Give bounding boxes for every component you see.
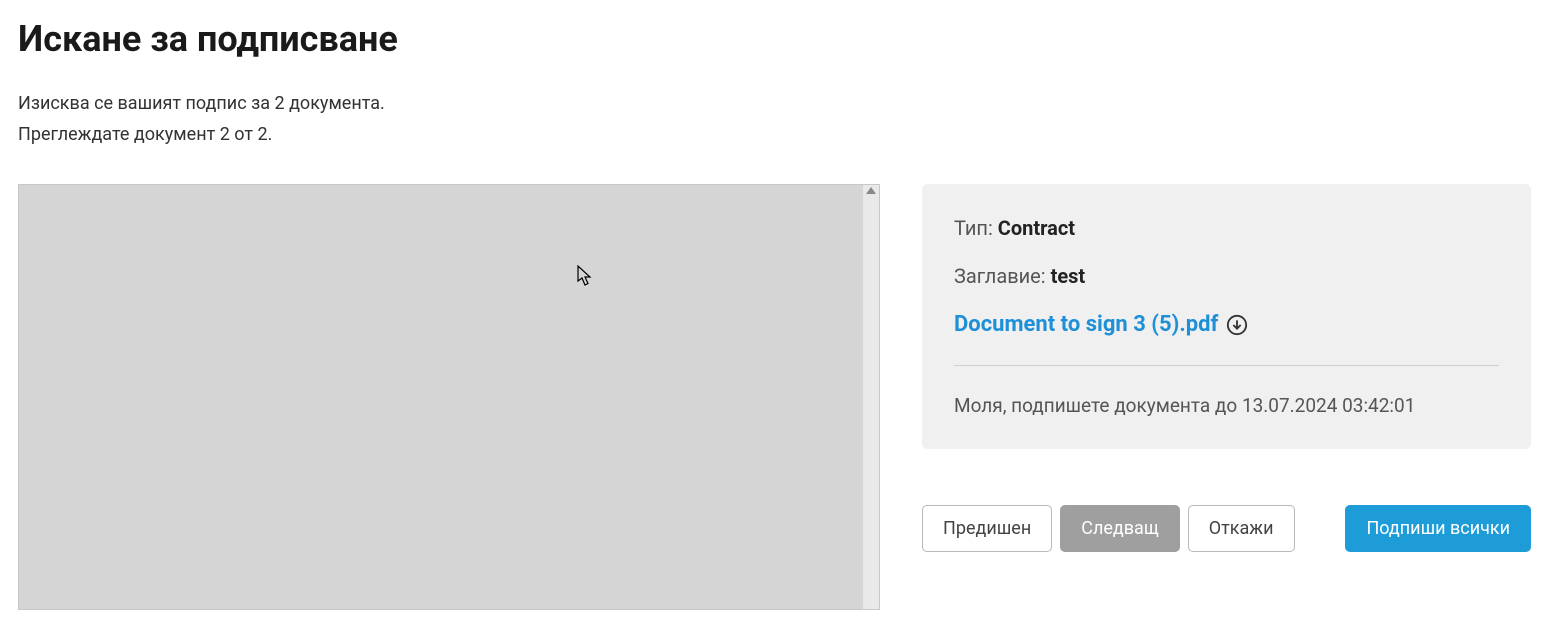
document-info-card: Тип: Contract Заглавие: test Document to… [922,184,1531,449]
title-value: test [1051,264,1086,288]
page-title: Искане за подписване [18,18,1531,60]
document-download-link[interactable]: Document to sign 3 (5).pdf [954,312,1218,337]
divider [954,365,1499,366]
document-position-text: Преглеждате документ 2 от 2. [18,121,1531,148]
scroll-up-icon[interactable] [866,187,876,194]
action-buttons: Предишен Следващ Откажи Подпиши всички [922,505,1531,552]
cursor-icon [577,265,593,287]
type-label: Тип: [954,216,998,240]
documents-required-text: Изисква се вашият подпис за 2 документа. [18,90,1531,117]
next-button: Следващ [1060,505,1180,552]
type-row: Тип: Contract [954,216,1499,240]
sign-all-button[interactable]: Подпиши всички [1345,505,1531,552]
document-preview[interactable] [18,184,880,610]
deadline-text: Моля, подпишете документа до 13.07.2024 … [954,394,1499,417]
type-value: Contract [998,216,1075,240]
preview-scrollbar[interactable] [862,185,879,609]
title-row: Заглавие: test [954,264,1499,288]
previous-button[interactable]: Предишен [922,505,1052,552]
title-label: Заглавие: [954,264,1051,288]
download-icon[interactable] [1226,314,1248,336]
cancel-button[interactable]: Откажи [1188,505,1295,552]
